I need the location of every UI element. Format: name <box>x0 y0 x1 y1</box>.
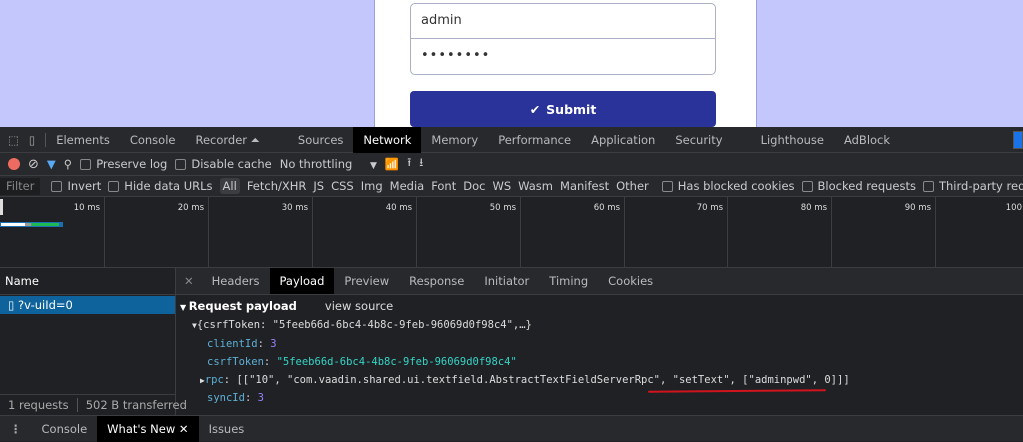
timeline-tick: 50 ms <box>417 197 521 268</box>
request-detail-panel: ✕ Headers Payload Preview Response Initi… <box>176 268 1023 415</box>
tab-lighthouse[interactable]: Lighthouse <box>751 127 834 153</box>
filter-icon[interactable]: ▼ <box>47 157 56 171</box>
request-waterfall-bar <box>0 222 63 227</box>
more-options-icon[interactable]: ⋮ <box>0 422 32 436</box>
payload-summary: {csrfToken: "5feeb66d-6bc4-4b8c-9feb-960… <box>196 319 532 331</box>
tab-recorder[interactable]: Recorder ⏶ <box>185 127 287 153</box>
type-filter-font[interactable]: Font <box>431 179 456 193</box>
type-filter-manifest[interactable]: Manifest <box>560 179 609 193</box>
filter-bar: Filter Invert Hide data URLs All Fetch/X… <box>0 176 1023 197</box>
tab-timing[interactable]: Timing <box>539 268 598 294</box>
type-filter-fetch-xhr[interactable]: Fetch/XHR <box>247 179 307 193</box>
network-conditions-icon[interactable]: 📶 <box>385 157 399 171</box>
devtools-tab-bar: ⬚ ▯ Elements Console Recorder ⏶ Sources … <box>0 126 1023 153</box>
username-input[interactable]: admin <box>410 3 716 39</box>
tab-payload[interactable]: Payload <box>269 268 335 294</box>
disable-cache-checkbox[interactable]: Disable cache <box>175 157 272 171</box>
close-icon[interactable]: ✕ <box>179 422 189 436</box>
hide-data-urls-checkbox[interactable]: Hide data URLs <box>108 179 213 193</box>
feedback-icon[interactable] <box>1013 130 1023 149</box>
inspect-element-icon[interactable]: ⬚ <box>0 133 25 147</box>
record-icon[interactable] <box>8 158 20 170</box>
drawer-tab-issues[interactable]: Issues <box>199 416 255 442</box>
tab-response[interactable]: Response <box>399 268 474 294</box>
section-title: Request payload <box>188 299 297 313</box>
payload-clientid: clientId: 3 <box>207 338 277 350</box>
type-filter-media[interactable]: Media <box>390 179 425 193</box>
request-count: 1 requests <box>8 398 69 412</box>
filter-input[interactable]: Filter <box>0 177 41 195</box>
timeline-tick: 40 ms <box>313 197 417 268</box>
network-toolbar: ⊘ ▼ ⚲ Preserve log Disable cache No thro… <box>0 153 1023 176</box>
tab-sources[interactable]: Sources <box>288 127 354 153</box>
tab-console[interactable]: Console <box>120 127 186 153</box>
timeline-handle[interactable] <box>0 199 3 215</box>
timeline-tick: 80 ms <box>728 197 832 268</box>
payload-object-toggle[interactable]: ▼{csrfToken: "5feeb66d-6bc4-4b8c-9feb-96… <box>192 319 532 331</box>
tab-cookies[interactable]: Cookies <box>598 268 663 294</box>
type-filter-wasm[interactable]: Wasm <box>518 179 553 193</box>
tab-initiator[interactable]: Initiator <box>474 268 539 294</box>
search-icon[interactable]: ⚲ <box>64 157 72 171</box>
drawer-tab-console[interactable]: Console <box>32 416 98 442</box>
type-filter-css[interactable]: CSS <box>331 179 354 193</box>
import-har-icon[interactable]: ⭱ <box>407 155 411 174</box>
tab-elements[interactable]: Elements <box>46 127 120 153</box>
tab-memory[interactable]: Memory <box>421 127 488 153</box>
close-icon[interactable]: ✕ <box>176 274 202 288</box>
status-bar: 1 requests 502 B transferred <box>0 394 187 415</box>
check-icon: ✔ <box>529 101 541 117</box>
third-party-checkbox[interactable]: Third-party reque <box>922 179 1023 193</box>
tab-network[interactable]: Network <box>353 126 422 153</box>
submit-label: Submit <box>546 101 597 117</box>
request-payload-section[interactable]: ▼ Request payload view source <box>180 299 393 313</box>
request-row[interactable]: ▯ ?v-uiId=0 <box>0 296 175 314</box>
blocked-requests-checkbox[interactable]: Blocked requests <box>801 179 916 193</box>
timeline-tick: 70 ms <box>625 197 728 268</box>
timeline-tick: 30 ms <box>209 197 313 268</box>
type-filter-img[interactable]: Img <box>361 179 383 193</box>
type-filter-all[interactable]: All <box>219 178 240 194</box>
timeline-tick: 100 <box>1005 203 1022 213</box>
tab-performance[interactable]: Performance <box>488 127 581 153</box>
payload-rpc[interactable]: ▶rpc: [["10", "com.vaadin.shared.ui.text… <box>200 374 850 386</box>
document-icon: ▯ <box>8 298 18 312</box>
submit-button[interactable]: ✔ Submit <box>410 91 716 127</box>
drawer-tab-bar: ⋮ Console What's New ✕ Issues <box>0 415 1023 442</box>
type-filter-other[interactable]: Other <box>616 179 649 193</box>
tab-preview[interactable]: Preview <box>334 268 399 294</box>
tab-security[interactable]: Security <box>665 127 750 153</box>
request-name: ?v-uiId=0 <box>17 298 73 312</box>
tab-application[interactable]: Application <box>581 127 665 153</box>
detail-tab-bar: ✕ Headers Payload Preview Response Initi… <box>176 268 1023 295</box>
timeline-overview[interactable]: 10 ms 20 ms 30 ms 40 ms 50 ms 60 ms 70 m… <box>0 197 1023 268</box>
red-underline-annotation <box>647 389 827 393</box>
timeline-tick: 10 ms <box>0 197 105 268</box>
view-source-link[interactable]: view source <box>325 299 393 313</box>
timeline-tick: 60 ms <box>521 197 625 268</box>
request-list: Name ▯ ?v-uiId=0 1 requests 502 B transfe… <box>0 268 187 415</box>
payload-csrftoken: csrfToken: "5feeb66d-6bc4-4b8c-9feb-9606… <box>207 356 517 368</box>
timeline-tick: 90 ms <box>832 197 936 268</box>
transferred-size: 502 B transferred <box>76 398 187 412</box>
timeline-tick: 20 ms <box>105 197 209 268</box>
type-filter-js[interactable]: JS <box>313 179 324 193</box>
invert-checkbox[interactable]: Invert <box>51 179 101 193</box>
tab-adblock[interactable]: AdBlock <box>834 127 900 153</box>
clear-icon[interactable]: ⊘ <box>28 157 39 172</box>
preserve-log-checkbox[interactable]: Preserve log <box>80 157 167 171</box>
password-input[interactable]: •••••••• <box>410 39 716 75</box>
payload-syncid: syncId: 3 <box>207 392 264 404</box>
export-har-icon[interactable]: ⭳ <box>419 155 423 174</box>
device-toolbar-icon[interactable]: ▯ <box>25 132 47 147</box>
throttling-select[interactable]: No throttling ▼ <box>280 157 377 171</box>
has-blocked-cookies-checkbox[interactable]: Has blocked cookies <box>661 179 795 193</box>
type-filter-ws[interactable]: WS <box>492 179 511 193</box>
name-column-header[interactable]: Name <box>0 268 175 295</box>
type-filter-doc[interactable]: Doc <box>463 179 485 193</box>
tab-headers[interactable]: Headers <box>202 268 270 294</box>
drawer-tab-whats-new[interactable]: What's New ✕ <box>97 415 199 442</box>
